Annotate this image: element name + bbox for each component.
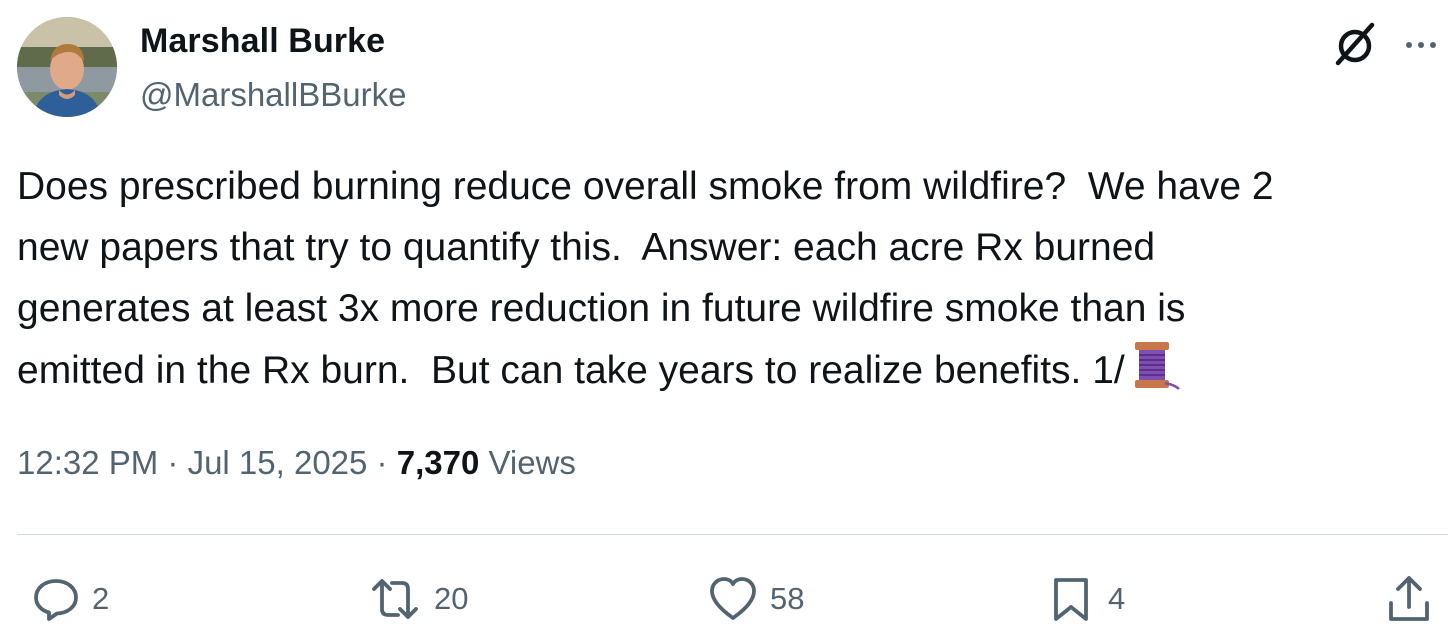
reply-button[interactable]: 2 (30, 573, 109, 625)
thread-spool-icon (1129, 339, 1181, 409)
like-button[interactable]: 58 (706, 573, 804, 625)
avatar[interactable] (17, 17, 117, 117)
bookmark-count: 4 (1108, 581, 1126, 616)
views-label: Views (479, 444, 576, 481)
share-icon (1389, 576, 1429, 621)
meta-separator: · (158, 444, 188, 481)
heart-icon (710, 577, 756, 620)
author-display-name[interactable]: Marshall Burke (140, 22, 385, 61)
tweet-text: Does prescribed burning reduce overall s… (17, 156, 1437, 409)
retweet-icon (372, 579, 418, 619)
author-handle[interactable]: @MarshallBBurke (140, 76, 406, 114)
divider (17, 534, 1448, 535)
bookmark-button[interactable]: 4 (1046, 573, 1125, 625)
reply-count: 2 (92, 581, 110, 616)
profile-photo-icon (17, 17, 117, 117)
bookmark-icon (1054, 578, 1088, 621)
reply-icon (34, 579, 78, 621)
retweet-count: 20 (434, 581, 469, 616)
tweet-body: Does prescribed burning reduce overall s… (17, 165, 1274, 392)
grok-icon[interactable] (1330, 19, 1380, 69)
tweet-time[interactable]: 12:32 PM (17, 444, 158, 481)
tweet-date[interactable]: Jul 15, 2025 (188, 444, 368, 481)
retweet-button[interactable]: 20 (366, 573, 468, 625)
tweet-meta: 12:32 PM · Jul 15, 2025 · 7,370 Views (17, 444, 576, 482)
views-count: 7,370 (396, 444, 480, 481)
meta-separator: · (367, 444, 397, 481)
share-button[interactable] (1384, 573, 1434, 625)
like-count: 58 (770, 581, 805, 616)
more-options-icon[interactable] (1398, 22, 1444, 68)
